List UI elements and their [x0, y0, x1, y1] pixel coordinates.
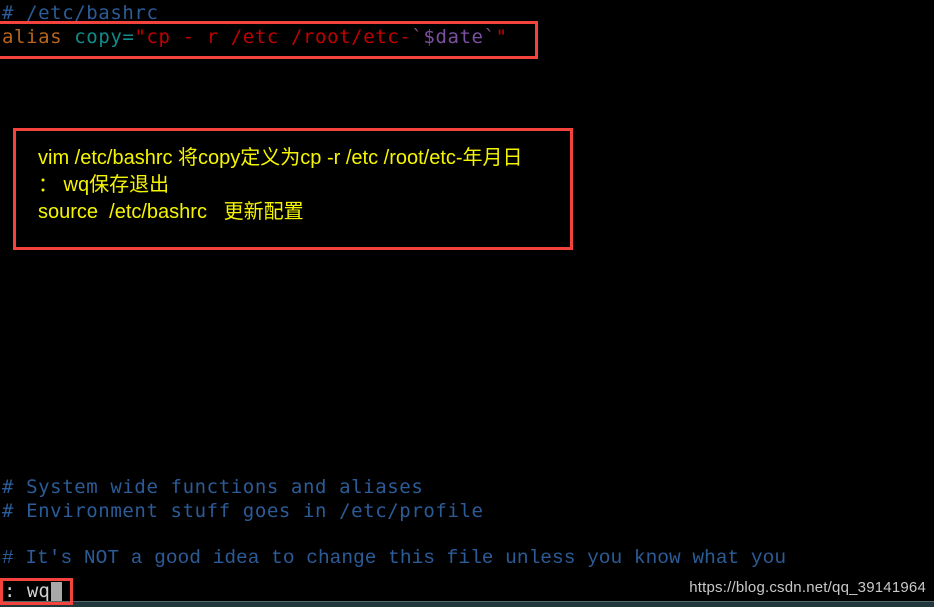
code-line-comment-environment: # Environment stuff goes in /etc/profile [2, 500, 484, 522]
alias-keyword: alias [2, 26, 63, 48]
code-line-alias: alias copy="cp - r /etc /root/etc-`$date… [2, 26, 508, 49]
alias-equals: = [122, 26, 135, 48]
alias-space [62, 26, 74, 48]
terminal-screen[interactable]: # /etc/bashrc alias copy="cp - r /etc /r… [0, 0, 934, 607]
bottom-bar [0, 601, 934, 607]
annotation-note-line-2: ： wq保存退出 [38, 174, 170, 196]
annotation-note-line-3: source /etc/bashrc 更新配置 [38, 201, 304, 223]
annotation-note-box: vim /etc/bashrc 将copy定义为cp -r /etc /root… [13, 128, 573, 250]
watermark-url: https://blog.csdn.net/qq_39141964 [689, 579, 926, 596]
code-line-comment-not: # It's NOT a good idea to change this fi… [2, 547, 787, 569]
alias-quote-close: " [495, 26, 508, 48]
alias-quote-open: " [134, 26, 147, 48]
alias-name: copy [74, 26, 123, 48]
block-cursor [50, 582, 62, 601]
alias-backtick-open: ` [411, 26, 424, 48]
alias-variable: $date [423, 26, 484, 48]
annotation-note-line-1: vim /etc/bashrc 将copy定义为cp -r /etc /root… [38, 147, 523, 169]
alias-backtick-close: ` [483, 26, 496, 48]
vim-command-line[interactable]: : wq [4, 580, 62, 603]
code-line-comment-bashrc: # /etc/bashrc [2, 2, 159, 24]
code-line-comment-system: # System wide functions and aliases [2, 476, 424, 498]
alias-command: cp - r /etc /root/etc- [146, 26, 412, 48]
vim-command-text: : wq [4, 580, 50, 602]
